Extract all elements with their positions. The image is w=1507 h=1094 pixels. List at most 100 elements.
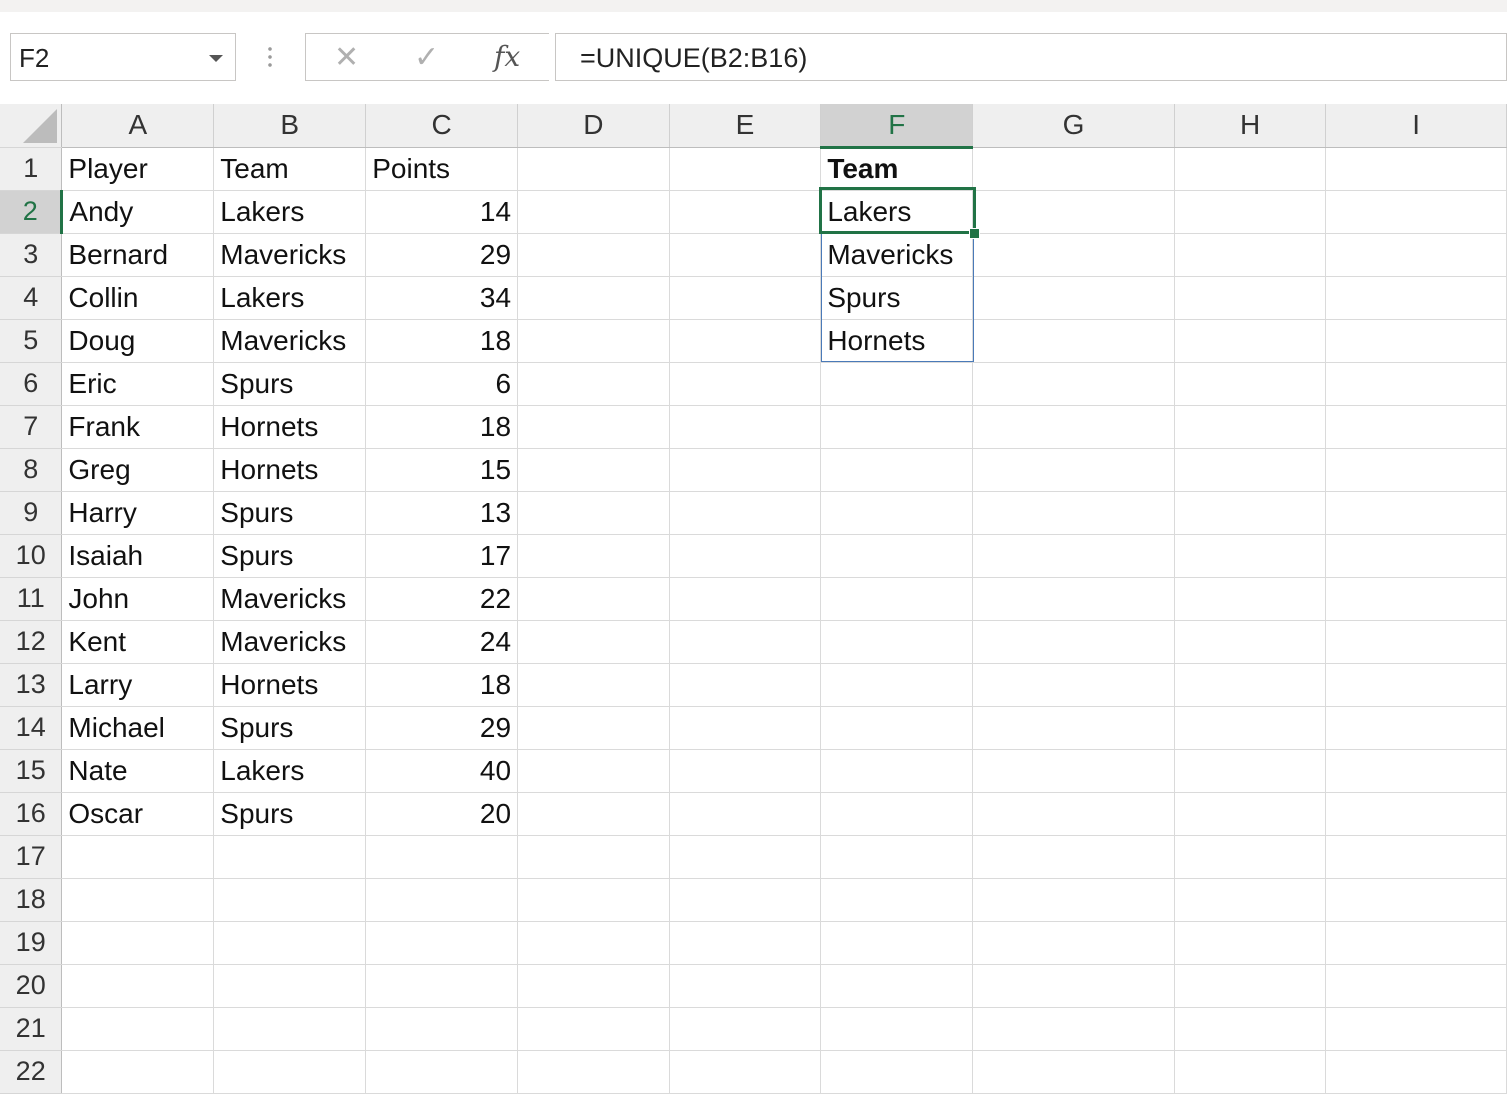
row-header[interactable]: 14 xyxy=(0,706,63,750)
cell-h11[interactable] xyxy=(1174,577,1327,621)
cell-h22[interactable] xyxy=(1174,1050,1327,1094)
formula-input[interactable]: =UNIQUE(B2:B16) xyxy=(555,33,1507,81)
cell-d14[interactable] xyxy=(517,706,670,750)
cell-h6[interactable] xyxy=(1174,362,1327,406)
cell-c19[interactable] xyxy=(365,921,519,965)
cell-e11[interactable] xyxy=(669,577,822,621)
cell-i20[interactable] xyxy=(1325,964,1507,1008)
cell-g22[interactable] xyxy=(972,1050,1175,1094)
cell-f3[interactable]: Mavericks xyxy=(820,233,974,277)
cell-d4[interactable] xyxy=(517,276,670,320)
cell-b5[interactable]: Mavericks xyxy=(213,319,367,363)
cancel-icon[interactable]: ✕ xyxy=(334,40,359,75)
cell-b13[interactable]: Hornets xyxy=(213,663,367,707)
cell-a8[interactable]: Greg xyxy=(61,448,215,492)
cell-d16[interactable] xyxy=(517,792,670,836)
cell-h9[interactable] xyxy=(1174,491,1327,535)
cell-c15[interactable]: 40 xyxy=(365,749,519,793)
cell-h20[interactable] xyxy=(1174,964,1327,1008)
cell-b7[interactable]: Hornets xyxy=(213,405,367,449)
cell-d17[interactable] xyxy=(517,835,670,879)
cell-e10[interactable] xyxy=(669,534,822,578)
cell-i21[interactable] xyxy=(1325,1007,1507,1051)
cell-b4[interactable]: Lakers xyxy=(213,276,367,320)
cell-h7[interactable] xyxy=(1174,405,1327,449)
cell-h10[interactable] xyxy=(1174,534,1327,578)
cell-b22[interactable] xyxy=(213,1050,367,1094)
cell-f21[interactable] xyxy=(820,1007,974,1051)
cell-c13[interactable]: 18 xyxy=(365,663,519,707)
cell-e5[interactable] xyxy=(669,319,822,363)
cell-f1[interactable]: Team xyxy=(820,147,974,191)
cell-c1[interactable]: Points xyxy=(365,147,519,191)
cell-h16[interactable] xyxy=(1174,792,1327,836)
cell-e14[interactable] xyxy=(669,706,822,750)
cell-c6[interactable]: 6 xyxy=(365,362,519,406)
column-header-g[interactable]: G xyxy=(972,104,1175,148)
cell-e15[interactable] xyxy=(669,749,822,793)
cell-g15[interactable] xyxy=(972,749,1175,793)
row-header[interactable]: 15 xyxy=(0,749,63,793)
cell-f5[interactable]: Hornets xyxy=(820,319,974,363)
cell-e17[interactable] xyxy=(669,835,822,879)
cell-g11[interactable] xyxy=(972,577,1175,621)
cell-b12[interactable]: Mavericks xyxy=(213,620,367,664)
cell-g5[interactable] xyxy=(972,319,1175,363)
cell-a1[interactable]: Player xyxy=(61,147,215,191)
cell-i2[interactable] xyxy=(1325,190,1507,234)
cell-i6[interactable] xyxy=(1325,362,1507,406)
cell-d1[interactable] xyxy=(517,147,670,191)
cell-b6[interactable]: Spurs xyxy=(213,362,367,406)
cell-e13[interactable] xyxy=(669,663,822,707)
cell-a9[interactable]: Harry xyxy=(61,491,215,535)
cell-h8[interactable] xyxy=(1174,448,1327,492)
cell-i16[interactable] xyxy=(1325,792,1507,836)
cell-a22[interactable] xyxy=(61,1050,215,1094)
cell-e4[interactable] xyxy=(669,276,822,320)
cell-h3[interactable] xyxy=(1174,233,1327,277)
cell-f8[interactable] xyxy=(820,448,974,492)
row-header[interactable]: 13 xyxy=(0,663,63,707)
cell-d18[interactable] xyxy=(517,878,670,922)
cell-i19[interactable] xyxy=(1325,921,1507,965)
cell-g7[interactable] xyxy=(972,405,1175,449)
cell-b1[interactable]: Team xyxy=(213,147,367,191)
row-header[interactable]: 20 xyxy=(0,964,63,1008)
cell-b11[interactable]: Mavericks xyxy=(213,577,367,621)
cell-b15[interactable]: Lakers xyxy=(213,749,367,793)
cell-f4[interactable]: Spurs xyxy=(820,276,974,320)
cell-b20[interactable] xyxy=(213,964,367,1008)
cell-c5[interactable]: 18 xyxy=(365,319,519,363)
row-header[interactable]: 22 xyxy=(0,1050,63,1094)
row-header[interactable]: 12 xyxy=(0,620,63,664)
cell-a15[interactable]: Nate xyxy=(61,749,215,793)
cell-a12[interactable]: Kent xyxy=(61,620,215,664)
cell-h2[interactable] xyxy=(1174,190,1327,234)
cell-b21[interactable] xyxy=(213,1007,367,1051)
cell-a16[interactable]: Oscar xyxy=(61,792,215,836)
select-all-corner[interactable] xyxy=(0,104,63,148)
column-header-f[interactable]: F xyxy=(820,104,974,149)
cell-e16[interactable] xyxy=(669,792,822,836)
cell-c12[interactable]: 24 xyxy=(365,620,519,664)
insert-function-icon[interactable]: fx xyxy=(494,40,520,73)
cell-i18[interactable] xyxy=(1325,878,1507,922)
cell-c9[interactable]: 13 xyxy=(365,491,519,535)
cell-g12[interactable] xyxy=(972,620,1175,664)
cell-i4[interactable] xyxy=(1325,276,1507,320)
cell-f20[interactable] xyxy=(820,964,974,1008)
cell-a13[interactable]: Larry xyxy=(61,663,215,707)
cell-g16[interactable] xyxy=(972,792,1175,836)
cell-g19[interactable] xyxy=(972,921,1175,965)
cell-a17[interactable] xyxy=(61,835,215,879)
row-header[interactable]: 16 xyxy=(0,792,63,836)
cell-i7[interactable] xyxy=(1325,405,1507,449)
grip-icon[interactable] xyxy=(268,45,272,69)
cell-a18[interactable] xyxy=(61,878,215,922)
cell-d5[interactable] xyxy=(517,319,670,363)
cell-h17[interactable] xyxy=(1174,835,1327,879)
row-header[interactable]: 4 xyxy=(0,276,63,320)
cell-b8[interactable]: Hornets xyxy=(213,448,367,492)
cell-g20[interactable] xyxy=(972,964,1175,1008)
cell-a2[interactable]: Andy xyxy=(61,190,215,234)
